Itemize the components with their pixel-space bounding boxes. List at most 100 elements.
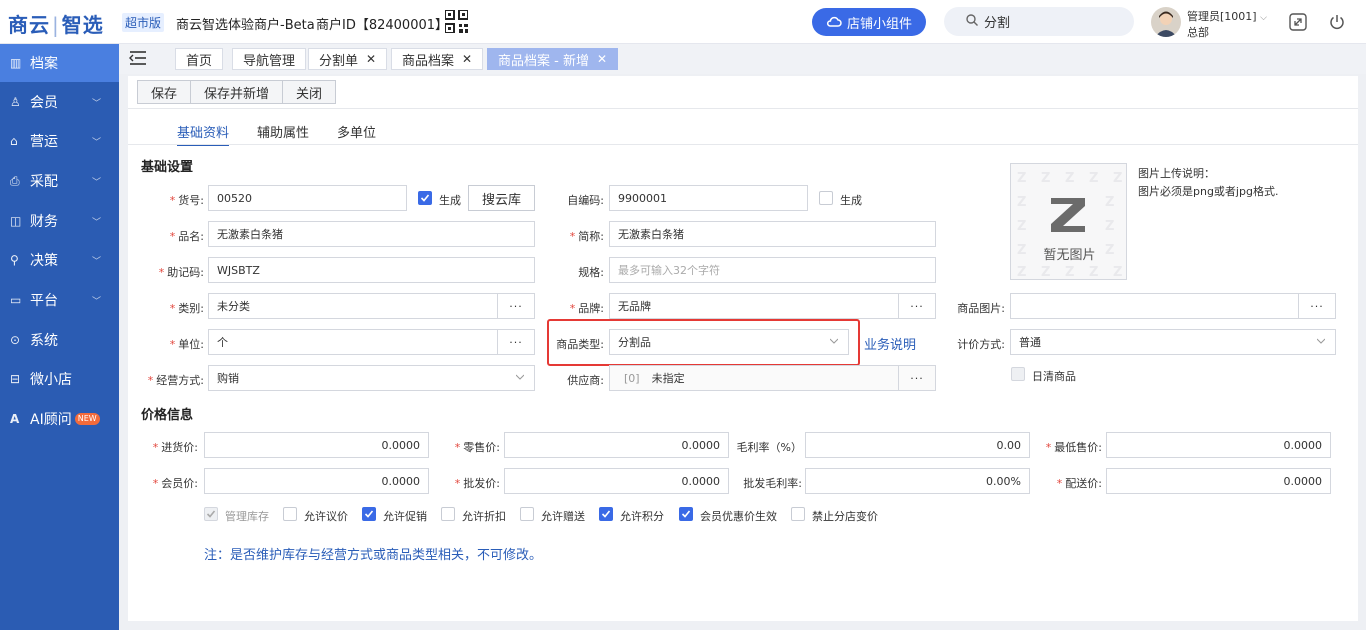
allow-gift-checkbox[interactable] bbox=[520, 507, 534, 521]
barcode-input[interactable]: 9900001 bbox=[609, 185, 808, 211]
forbid-branch-price-checkbox[interactable] bbox=[791, 507, 805, 521]
section-title-basic: 基础设置 bbox=[141, 160, 194, 175]
close-icon[interactable]: ✕ bbox=[462, 52, 472, 66]
fullscreen-icon[interactable] bbox=[1289, 13, 1307, 31]
generate-barcode-checkbox[interactable] bbox=[819, 191, 833, 205]
save-button[interactable]: 保存 bbox=[137, 80, 192, 104]
subtabs: 基础资料 辅助属性 多单位 bbox=[177, 122, 376, 146]
barcode-label: 自编码: bbox=[567, 194, 604, 207]
category-picker-button[interactable]: ··· bbox=[497, 294, 534, 318]
wholesale-price-input[interactable]: 0.0000 bbox=[504, 468, 729, 494]
user-avatar[interactable] bbox=[1151, 7, 1181, 37]
subtab-multi-unit[interactable]: 多单位 bbox=[337, 122, 376, 146]
sidebar-item-purchase[interactable]: ⎙ 采配 ﹀ bbox=[0, 162, 119, 200]
close-button[interactable]: 关闭 bbox=[282, 80, 337, 104]
subtab-basic[interactable]: 基础资料 bbox=[177, 122, 230, 146]
chevron-down-icon: ⌵ bbox=[1260, 13, 1267, 23]
sidebar-item-finance[interactable]: ◫ 财务 ﹀ bbox=[0, 202, 119, 240]
member-price-effective-label: 会员优惠价生效 bbox=[700, 510, 777, 523]
supplier-picker-button[interactable]: ··· bbox=[898, 366, 935, 390]
product-type-select[interactable]: 分割品 bbox=[609, 329, 849, 355]
cloud-icon bbox=[826, 16, 842, 27]
sidebar-item-ai[interactable]: A AI顾问 NEW bbox=[0, 400, 119, 438]
subtab-auxiliary[interactable]: 辅助属性 bbox=[257, 122, 309, 146]
pricing-method-label: 计价方式: bbox=[957, 338, 1005, 351]
brand-picker-button[interactable]: ··· bbox=[898, 294, 935, 318]
margin-rate-input[interactable]: 0.00 bbox=[805, 432, 1030, 458]
sidebar-item-archive[interactable]: ▥ 档案 bbox=[0, 44, 119, 82]
tab-product-new[interactable]: 商品档案 - 新增 ✕ bbox=[487, 48, 619, 70]
sidebar-item-decision[interactable]: ⚲ 决策 ﹀ bbox=[0, 241, 119, 279]
min-price-input[interactable]: 0.0000 bbox=[1106, 432, 1331, 458]
no-image-logo-icon bbox=[1051, 198, 1085, 232]
business-mode-select[interactable]: 购销 bbox=[208, 365, 535, 391]
chevron-down-icon: ﹀ bbox=[92, 137, 102, 148]
toolbar: 保存 保存并新增 关闭 bbox=[137, 80, 337, 104]
spec-input[interactable]: 最多可输入32个字符 bbox=[609, 257, 936, 283]
tab-product-archive[interactable]: 商品档案 ✕ bbox=[391, 48, 484, 70]
svg-text:Z: Z bbox=[1065, 171, 1074, 186]
store-icon: ⌂ bbox=[10, 134, 18, 148]
allow-discount-checkbox[interactable] bbox=[441, 507, 455, 521]
allow-bargain-checkbox[interactable] bbox=[283, 507, 297, 521]
sidebar-item-system[interactable]: ⊙ 系统 bbox=[0, 321, 119, 359]
retail-price-input[interactable]: 0.0000 bbox=[504, 432, 729, 458]
supplier-input[interactable]: [0] 未指定 ··· bbox=[609, 365, 936, 391]
menu-collapse-icon[interactable] bbox=[129, 50, 147, 66]
member-price-effective-checkbox[interactable] bbox=[679, 507, 693, 521]
unit-picker-button[interactable]: ··· bbox=[497, 330, 534, 354]
sidebar-item-microshop[interactable]: ⊟ 微小店 bbox=[0, 360, 119, 398]
tab-home[interactable]: 首页 bbox=[175, 48, 224, 70]
manage-stock-label: 管理库存 bbox=[225, 510, 269, 523]
generate-code-checkbox[interactable] bbox=[418, 191, 432, 205]
allow-promotion-checkbox[interactable] bbox=[362, 507, 376, 521]
power-icon[interactable] bbox=[1328, 13, 1346, 31]
search-icon bbox=[966, 13, 978, 30]
product-image-input[interactable]: ··· bbox=[1010, 293, 1336, 319]
tab-split-order[interactable]: 分割单 ✕ bbox=[308, 48, 388, 70]
chevron-down-icon bbox=[830, 338, 838, 344]
daily-clear-checkbox[interactable] bbox=[1011, 367, 1025, 381]
svg-text:Z: Z bbox=[1065, 265, 1074, 280]
short-name-input[interactable]: 无激素白条猪 bbox=[609, 221, 936, 247]
member-price-input[interactable]: 0.0000 bbox=[204, 468, 429, 494]
qr-code-icon[interactable] bbox=[445, 10, 468, 33]
close-icon[interactable]: ✕ bbox=[366, 52, 376, 66]
global-search-input[interactable]: 分割 bbox=[944, 7, 1134, 36]
purchase-icon: ⎙ bbox=[10, 173, 20, 188]
brand-input[interactable]: 无品牌 ··· bbox=[609, 293, 936, 319]
allow-points-checkbox[interactable] bbox=[599, 507, 613, 521]
close-icon[interactable]: ✕ bbox=[597, 52, 607, 66]
pricing-method-select[interactable]: 普通 bbox=[1010, 329, 1336, 355]
allow-points-label: 允许积分 bbox=[620, 510, 664, 523]
search-cloud-library-button[interactable]: 搜云库 bbox=[468, 185, 535, 211]
tab-navigation[interactable]: 导航管理 bbox=[232, 48, 307, 70]
mnemonic-input[interactable]: WJSBTZ bbox=[208, 257, 535, 283]
wholesale-margin-label: 批发毛利率: bbox=[743, 477, 802, 490]
category-input[interactable]: 未分类 ··· bbox=[208, 293, 535, 319]
user-org: 总部 bbox=[1187, 26, 1209, 39]
wholesale-margin-input[interactable]: 0.00% bbox=[805, 468, 1030, 494]
sidebar-item-platform[interactable]: ▭ 平台 ﹀ bbox=[0, 281, 119, 319]
svg-text:Z: Z bbox=[1105, 195, 1114, 210]
store-widget-button[interactable]: 店铺小组件 bbox=[812, 8, 926, 36]
purchase-price-input[interactable]: 0.0000 bbox=[204, 432, 429, 458]
image-note-body: 图片必须是png或者jpg格式. bbox=[1138, 185, 1279, 198]
merchant-id: 商户ID【82400001】 bbox=[316, 18, 449, 33]
delivery-price-input[interactable]: 0.0000 bbox=[1106, 468, 1331, 494]
image-picker-button[interactable]: ··· bbox=[1298, 294, 1335, 318]
brand-logo: 商云 | 智选 bbox=[8, 13, 104, 37]
spec-label: 规格: bbox=[578, 266, 604, 279]
name-input[interactable]: 无激素白条猪 bbox=[208, 221, 535, 247]
code-input[interactable]: 00520 bbox=[208, 185, 407, 211]
product-type-label: 商品类型: bbox=[556, 338, 604, 351]
user-name[interactable]: 管理员[1001] ⌵ bbox=[1187, 8, 1267, 24]
save-and-new-button[interactable]: 保存并新增 bbox=[190, 80, 284, 104]
business-explanation-link[interactable]: 业务说明 bbox=[864, 334, 916, 353]
mnemonic-label: * 助记码: bbox=[158, 266, 204, 279]
unit-input[interactable]: 个 ··· bbox=[208, 329, 535, 355]
sidebar-item-operation[interactable]: ⌂ 营运 ﹀ bbox=[0, 122, 119, 160]
product-image-placeholder[interactable]: ZZZZZ ZZ ZZ ZZ ZZZZZ 暂无图片 bbox=[1010, 163, 1127, 280]
svg-text:Z: Z bbox=[1017, 265, 1026, 280]
sidebar-item-member[interactable]: ♙ 会员 ﹀ bbox=[0, 83, 119, 121]
